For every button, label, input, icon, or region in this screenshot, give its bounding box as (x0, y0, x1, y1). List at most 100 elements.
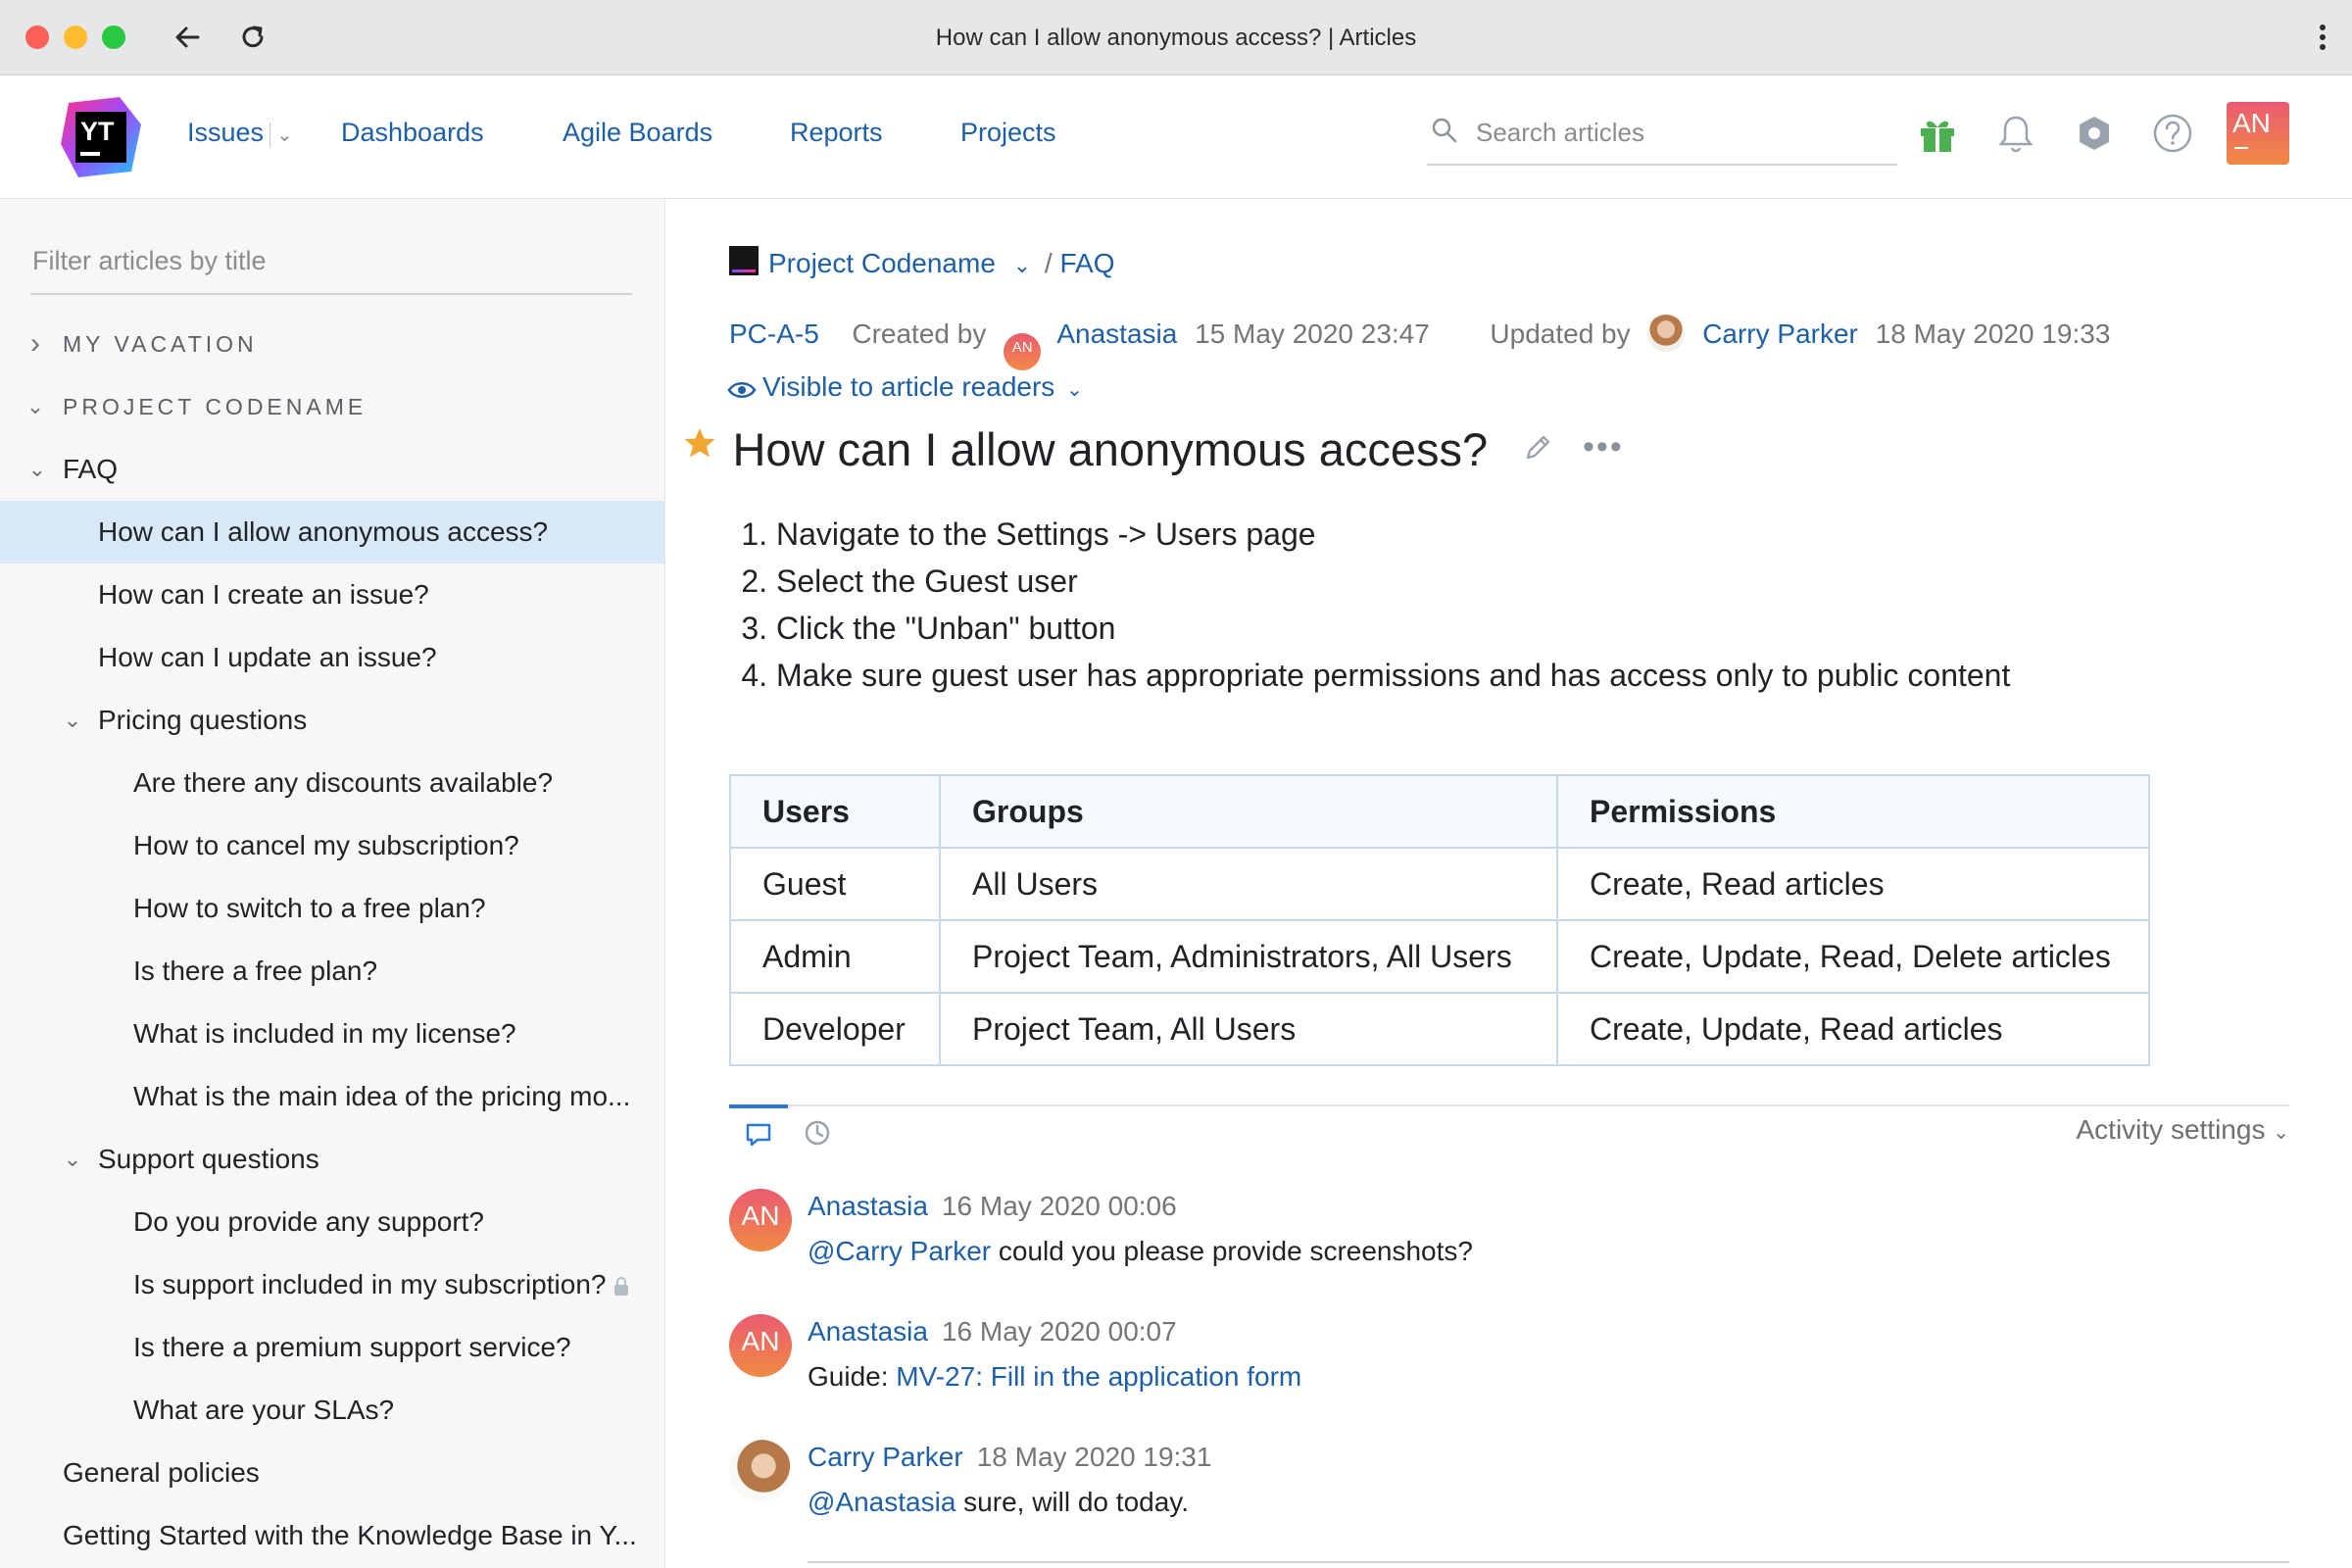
author-link[interactable]: Anastasia (1056, 318, 1177, 349)
sidebar-section[interactable]: ⌄ PROJECT CODENAME (0, 375, 664, 438)
table-cell: Project Team, All Users (939, 992, 1558, 1066)
comment-date: 18 May 2020 19:31 (976, 1442, 1212, 1472)
updater-link[interactable]: Carry Parker (1702, 318, 1858, 349)
table-row: Developer Project Team, All Users Create, … (729, 992, 2150, 1066)
nav-issues[interactable]: Issues ⌄ (187, 118, 293, 148)
comment-mention[interactable]: @Carry Parker (808, 1236, 991, 1266)
activity-panel: Activity settings ⌄ AN Anastasia 16 May 2… (729, 1104, 2289, 1517)
edit-pencil-icon[interactable] (1522, 432, 1553, 464)
table-header-cell: Users (729, 774, 941, 849)
sidebar-item-label: Is support included in my subscription? (133, 1253, 629, 1316)
article-title: How can I allow anonymous access? (732, 423, 1489, 475)
sidebar-item[interactable]: What are your SLAs? (0, 1379, 664, 1442)
comment-author[interactable]: Anastasia (808, 1316, 928, 1347)
sidebar-item[interactable]: Is there a premium support service? (0, 1316, 664, 1379)
steps-list: Navigate to the Settings -> Users pageSe… (735, 511, 2010, 699)
comment-issue-link[interactable]: MV-27: Fill in the application form (896, 1361, 1301, 1392)
user-avatar[interactable]: AN (2227, 102, 2289, 165)
sidebar-item[interactable]: How can I create an issue? (0, 564, 664, 626)
table-cell: Create, Read articles (1556, 847, 2150, 921)
chevron-right-icon[interactable]: › (25, 313, 49, 375)
project-icon (729, 246, 759, 275)
sidebar-item[interactable]: What is included in my license? (0, 1003, 664, 1065)
bell-icon[interactable] (1993, 111, 2038, 156)
chevron-down-icon[interactable]: ⌄ (1013, 253, 1031, 277)
nav-dashboards[interactable]: Dashboards (341, 118, 484, 148)
sidebar-item-label: How can I allow anonymous access? (98, 516, 549, 547)
chevron-down-icon[interactable]: ⌄ (61, 1128, 84, 1191)
chevron-down-icon[interactable]: ⌄ (25, 375, 49, 438)
window-title: How can I allow anonymous access? | Arti… (935, 24, 1417, 51)
sidebar-item[interactable]: Are there any discounts available? (0, 752, 664, 814)
star-icon[interactable] (683, 426, 716, 460)
article-tree: › MY VACATION ⌄ PROJECT CODENAME ⌄ FAQ How can… (0, 313, 664, 1567)
comment-author[interactable]: Carry Parker (808, 1442, 963, 1472)
breadcrumb-page[interactable]: FAQ (1059, 248, 1114, 278)
table-header-row: Users Groups Permissions (729, 774, 2150, 849)
tab-comments[interactable] (729, 1104, 788, 1157)
browser-menu-icon[interactable] (2313, 18, 2332, 57)
updated-date: 18 May 2020 19:33 (1875, 318, 2111, 349)
sidebar-section[interactable]: › MY VACATION (0, 313, 664, 375)
sidebar-item[interactable]: Is there a free plan? (0, 940, 664, 1003)
comment-mention[interactable]: @Anastasia (808, 1487, 956, 1517)
comment-author[interactable]: Anastasia (808, 1191, 928, 1221)
eye-icon (727, 382, 757, 398)
sidebar-item[interactable]: ⌄ FAQ (0, 438, 664, 501)
sidebar-item-label: Is there a free plan? (133, 956, 378, 986)
sidebar-item-label: Do you provide any support? (133, 1206, 484, 1237)
article-id[interactable]: PC-A-5 (729, 318, 819, 349)
article-meta: PC-A-5 Created by AN Anastasia 15 May 20… (729, 315, 2110, 370)
sidebar-item[interactable]: How to switch to a free plan? (0, 877, 664, 940)
sidebar-item-label: Support questions (98, 1144, 319, 1174)
activity-settings-label: Activity settings (2076, 1114, 2266, 1145)
visibility-label: Visible to article readers (762, 371, 1055, 402)
search-input[interactable] (1474, 113, 1889, 152)
table-cell: Project Team, Administrators, All Users (939, 919, 1558, 994)
sidebar-item[interactable]: Is support included in my subscription? (0, 1253, 664, 1316)
sidebar-item[interactable]: ⌄ Support questions (0, 1128, 664, 1191)
chevron-down-icon[interactable]: ⌄ (61, 689, 84, 752)
filter-box (30, 238, 636, 295)
step-item: Make sure guest user has appropriate per… (776, 652, 2010, 699)
settings-icon[interactable] (2072, 111, 2117, 156)
lock-icon (614, 1276, 629, 1296)
gift-icon[interactable] (1915, 111, 1960, 156)
chevron-down-icon[interactable]: ⌄ (270, 122, 293, 147)
sidebar-item[interactable]: How can I update an issue? (0, 626, 664, 689)
sidebar-item[interactable]: ⌄ Pricing questions (0, 689, 664, 752)
sidebar-item[interactable]: Do you provide any support? (0, 1191, 664, 1253)
permissions-table: Users Groups Permissions Guest All Users Cre… (729, 774, 2150, 1066)
comment-avatar (729, 1440, 792, 1502)
sidebar-item-label: General policies (63, 1457, 260, 1488)
breadcrumb-project[interactable]: Project Codename (768, 248, 996, 278)
activity-settings-dropdown[interactable]: Activity settings ⌄ (2077, 1114, 2290, 1146)
table-cell: Admin (729, 919, 941, 994)
chevron-down-icon[interactable]: ⌄ (25, 438, 49, 501)
article-view: Project Codename ⌄ / FAQ PC-A-5 Created … (665, 199, 2352, 1568)
sidebar-item-label: Pricing questions (98, 705, 308, 735)
updated-label: Updated by (1490, 318, 1631, 349)
history-icon (805, 1120, 830, 1146)
filter-input[interactable] (30, 238, 636, 283)
nav-reports[interactable]: Reports (790, 118, 883, 148)
sidebar-item[interactable]: How can I allow anonymous access? (0, 501, 664, 564)
help-icon[interactable] (2150, 111, 2195, 156)
sidebar-item-label: What is included in my license? (133, 1018, 516, 1049)
nav-agile-boards[interactable]: Agile Boards (563, 118, 712, 148)
nav-projects[interactable]: Projects (960, 118, 1056, 148)
table-cell: Create, Update, Read, Delete articles (1556, 919, 2150, 994)
sidebar-item[interactable]: How to cancel my subscription? (0, 814, 664, 877)
sidebar-item[interactable]: What is the main idea of the pricing mo.… (0, 1065, 664, 1128)
more-options-icon[interactable]: ••• (1583, 428, 1624, 466)
sidebar-item-label: How to cancel my subscription? (133, 830, 519, 860)
nav-issues-label: Issues (187, 118, 265, 147)
sidebar-item[interactable]: General policies (0, 1442, 664, 1504)
sidebar-item-label: How can I update an issue? (98, 642, 437, 672)
tab-history[interactable] (788, 1106, 847, 1155)
user-avatar-initials: AN (2232, 108, 2271, 138)
comment-input-edge[interactable] (808, 1561, 2289, 1568)
sidebar-item[interactable]: Getting Started with the Knowledge Base … (0, 1504, 664, 1567)
created-label: Created by (852, 318, 987, 349)
visibility-dropdown[interactable]: Visible to article readers ⌄ (727, 371, 1083, 403)
